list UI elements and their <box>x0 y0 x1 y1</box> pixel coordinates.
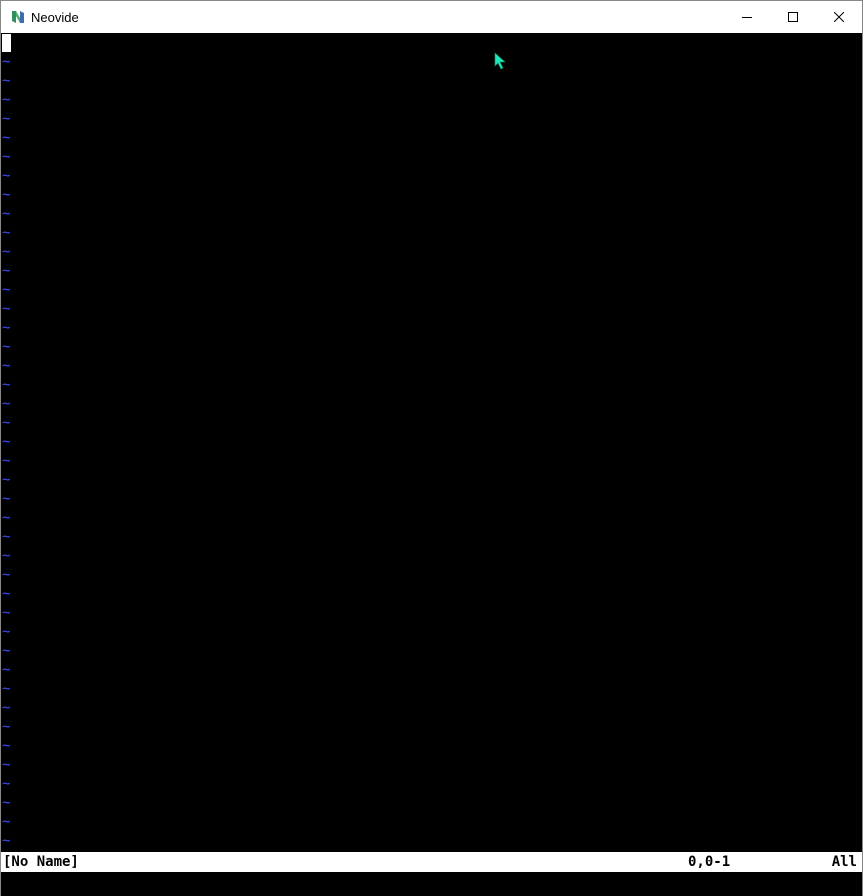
maximize-icon <box>788 12 798 22</box>
close-icon <box>834 12 844 22</box>
empty-line-marker: ~ <box>2 624 11 640</box>
empty-line-marker: ~ <box>2 529 11 545</box>
empty-line-marker: ~ <box>2 111 11 127</box>
empty-line-marker: ~ <box>2 358 11 374</box>
empty-line-marker: ~ <box>2 187 11 203</box>
status-cursor-position: 0,0-1 <box>688 854 731 870</box>
empty-line-marker: ~ <box>2 225 11 241</box>
empty-line-marker: ~ <box>2 548 11 564</box>
empty-line-marker: ~ <box>2 491 11 507</box>
empty-line-marker: ~ <box>2 263 11 279</box>
empty-line-marker: ~ <box>2 320 11 336</box>
mouse-pointer-icon <box>494 52 506 70</box>
empty-line-marker: ~ <box>2 795 11 811</box>
empty-line-marker: ~ <box>2 681 11 697</box>
status-line: [No Name] 0,0-1 All <box>1 852 862 872</box>
empty-line-marker: ~ <box>2 605 11 621</box>
title-bar[interactable]: Neovide <box>1 1 862 33</box>
empty-line-marker: ~ <box>2 415 11 431</box>
empty-line-marker: ~ <box>2 757 11 773</box>
empty-line-marker: ~ <box>2 738 11 754</box>
empty-line-marker: ~ <box>2 814 11 830</box>
maximize-button[interactable] <box>770 1 816 33</box>
empty-line-marker: ~ <box>2 453 11 469</box>
close-button[interactable] <box>816 1 862 33</box>
empty-line-marker: ~ <box>2 833 11 849</box>
status-scroll-indicator: All <box>831 854 857 870</box>
empty-line-marker: ~ <box>2 168 11 184</box>
empty-line-marker: ~ <box>2 586 11 602</box>
empty-line-marker: ~ <box>2 149 11 165</box>
window-controls <box>724 1 862 33</box>
editor-buffer[interactable]: ~ ~ ~ ~ ~ ~ ~ ~ ~ ~ ~ ~ ~ ~ ~ ~ ~ ~ ~ ~ ~ ~ ~ ~ ~ ~ ~ ~ ~ ~ ~ ~ ~ ~ ~ ~ ~ ~ ~ ~… <box>1 33 862 851</box>
empty-line-marker: ~ <box>2 396 11 412</box>
empty-line-marker: ~ <box>2 377 11 393</box>
minimize-button[interactable] <box>724 1 770 33</box>
empty-line-marker: ~ <box>2 244 11 260</box>
empty-line-marker: ~ <box>2 719 11 735</box>
empty-line-marker: ~ <box>2 130 11 146</box>
neovide-logo-icon <box>12 11 24 23</box>
status-file-name: [No Name] <box>3 854 79 870</box>
empty-line-marker: ~ <box>2 776 11 792</box>
neovide-window: Neovide ~ ~ ~ ~ ~ ~ ~ ~ ~ ~ ~ ~ ~ ~ ~ ~ ~ ~ ~ ~ ~ ~ ~ ~ ~ ~ ~ <box>0 0 863 896</box>
empty-line-marker: ~ <box>2 567 11 583</box>
command-line[interactable] <box>1 872 862 896</box>
empty-line-marker: ~ <box>2 643 11 659</box>
empty-line-marker: ~ <box>2 54 11 70</box>
empty-line-marker: ~ <box>2 700 11 716</box>
empty-line-marker: ~ <box>2 339 11 355</box>
empty-line-marker: ~ <box>2 282 11 298</box>
minimize-icon <box>742 17 752 18</box>
empty-line-marker: ~ <box>2 92 11 108</box>
text-cursor <box>2 34 11 52</box>
empty-line-marker: ~ <box>2 662 11 678</box>
empty-line-marker: ~ <box>2 301 11 317</box>
empty-line-marker: ~ <box>2 73 11 89</box>
empty-line-marker: ~ <box>2 472 11 488</box>
empty-line-marker: ~ <box>2 434 11 450</box>
empty-line-marker: ~ <box>2 510 11 526</box>
empty-line-marker: ~ <box>2 206 11 222</box>
window-title: Neovide <box>31 9 79 25</box>
